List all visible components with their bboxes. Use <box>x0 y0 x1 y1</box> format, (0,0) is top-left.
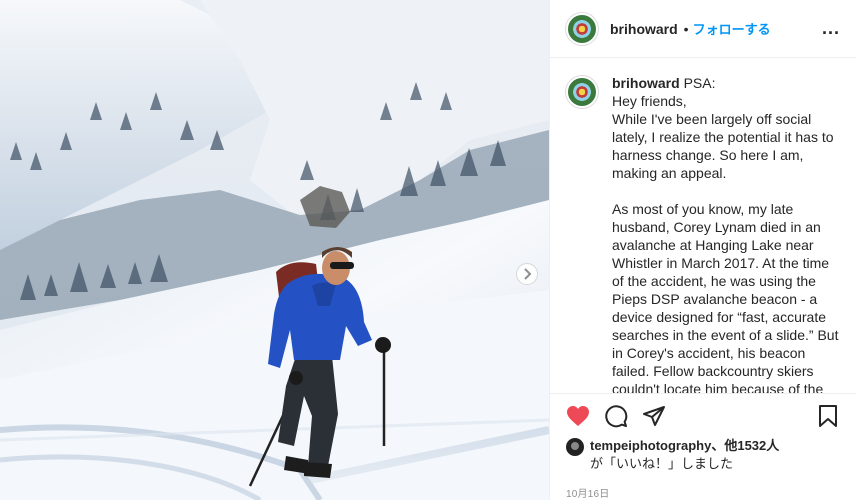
caption-body: brihoward PSA: Hey friends, While I've b… <box>612 74 840 393</box>
post-photo[interactable] <box>0 0 549 500</box>
save-button[interactable] <box>814 402 842 430</box>
separator-dot: • <box>683 20 689 37</box>
comment-icon <box>605 404 628 427</box>
likes-count[interactable]: 、他1532人 <box>711 438 779 453</box>
bookmark-icon <box>819 404 837 427</box>
share-button[interactable] <box>640 402 668 430</box>
paper-plane-icon <box>643 405 665 426</box>
caption-author-avatar[interactable] <box>566 76 598 108</box>
author-avatar[interactable] <box>566 12 598 45</box>
caption-text: PSA: Hey friends, While I've been largel… <box>612 75 839 393</box>
action-bar <box>550 393 856 437</box>
post-date[interactable]: 10月16日 <box>550 473 856 500</box>
chevron-right-icon <box>524 268 532 280</box>
comment-button[interactable] <box>602 402 630 430</box>
author-username[interactable]: brihoward <box>610 21 678 37</box>
caption-section: brihoward PSA: Hey friends, While I've b… <box>550 58 856 393</box>
ski-scene-image <box>0 0 549 500</box>
liker-avatar[interactable] <box>566 438 584 456</box>
follow-button[interactable]: フォローする <box>693 19 771 38</box>
caption-username[interactable]: brihoward <box>612 75 680 91</box>
likes-suffix: が「いいね！」しました <box>590 456 734 471</box>
post-header: brihoward • フォローする ... <box>550 0 856 58</box>
post-side-panel: brihoward • フォローする ... brihoward PSA: He… <box>549 0 856 500</box>
liker-username[interactable]: tempeiphotography <box>590 438 711 453</box>
next-photo-button[interactable] <box>516 263 538 285</box>
likes-summary: tempeiphotography、他1532人 が「いいね！」しました <box>550 437 856 473</box>
heart-icon <box>567 405 589 426</box>
like-button[interactable] <box>564 402 592 430</box>
more-options-button[interactable]: ... <box>822 18 840 39</box>
